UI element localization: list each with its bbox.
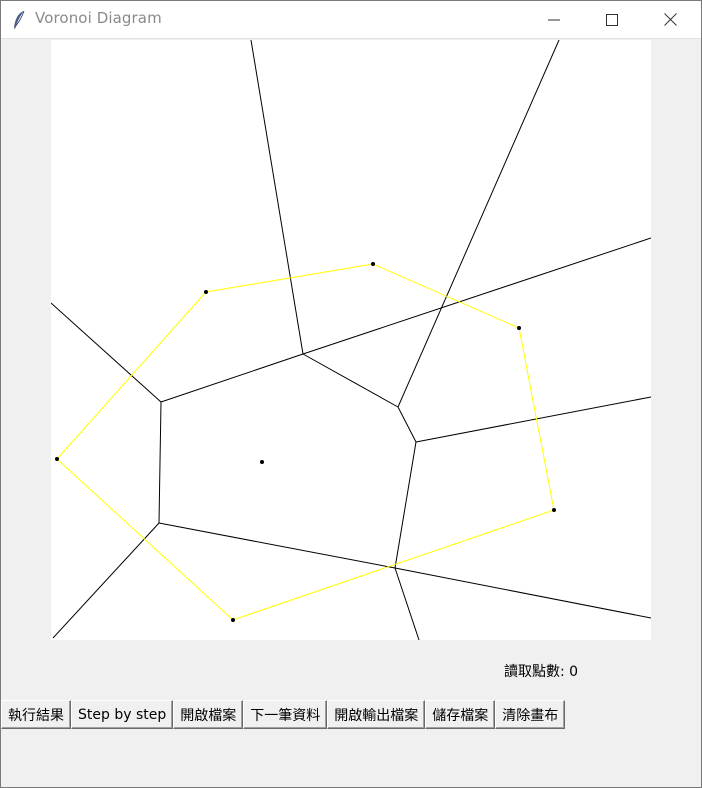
title-bar[interactable]: Voronoi Diagram — [1, 1, 701, 39]
hull-edge — [372, 263, 520, 329]
voronoi-edge — [302, 237, 651, 355]
voronoi-edge — [397, 40, 560, 408]
open-file-button[interactable]: 開啟檔案 — [173, 700, 244, 729]
open-output-file-button[interactable]: 開啟輸出檔案 — [327, 700, 426, 729]
site-point — [231, 618, 235, 622]
hull-edge — [56, 291, 207, 460]
convex-hull — [56, 263, 555, 621]
site-point — [260, 460, 264, 464]
run-result-button[interactable]: 執行結果 — [1, 700, 71, 729]
minimize-icon — [548, 19, 560, 20]
voronoi-edge — [52, 522, 160, 639]
window-title: Voronoi Diagram — [35, 9, 162, 27]
voronoi-edge — [250, 40, 304, 355]
site-point — [55, 457, 59, 461]
feather-icon — [14, 10, 25, 29]
close-icon — [663, 13, 677, 26]
drawing-canvas[interactable] — [51, 40, 651, 640]
voronoi-edge — [51, 302, 162, 403]
site-point — [371, 262, 375, 266]
site-point — [204, 290, 208, 294]
toolbar: 執行結果 Step by step 開啟檔案 下一筆資料 開啟輸出檔案 儲存檔案… — [1, 700, 566, 731]
voronoi-edge — [302, 353, 399, 408]
site-point — [552, 508, 556, 512]
hull-edge — [518, 327, 555, 511]
site-points — [55, 262, 556, 622]
point-count-label: 讀取點數: 0 — [504, 664, 579, 680]
voronoi-edge — [158, 522, 396, 569]
save-file-button[interactable]: 儲存檔案 — [425, 700, 496, 729]
maximize-icon — [606, 13, 618, 26]
maximize-button[interactable] — [583, 1, 641, 38]
voronoi-edges — [51, 40, 651, 640]
voronoi-edge — [158, 401, 162, 524]
site-point — [517, 326, 521, 330]
voronoi-edge — [394, 567, 420, 640]
hull-edge — [56, 458, 234, 621]
voronoi-edge — [394, 567, 651, 619]
voronoi-edge — [160, 353, 304, 403]
minimize-button[interactable] — [525, 1, 583, 38]
clear-canvas-button[interactable]: 清除畫布 — [495, 700, 566, 729]
voronoi-edge — [394, 441, 417, 569]
hull-edge — [205, 263, 374, 293]
step-by-step-button[interactable]: Step by step — [71, 700, 174, 729]
close-button[interactable] — [641, 1, 699, 38]
hull-edge — [232, 509, 555, 621]
next-data-button[interactable]: 下一筆資料 — [243, 700, 328, 729]
voronoi-edge — [397, 406, 417, 443]
